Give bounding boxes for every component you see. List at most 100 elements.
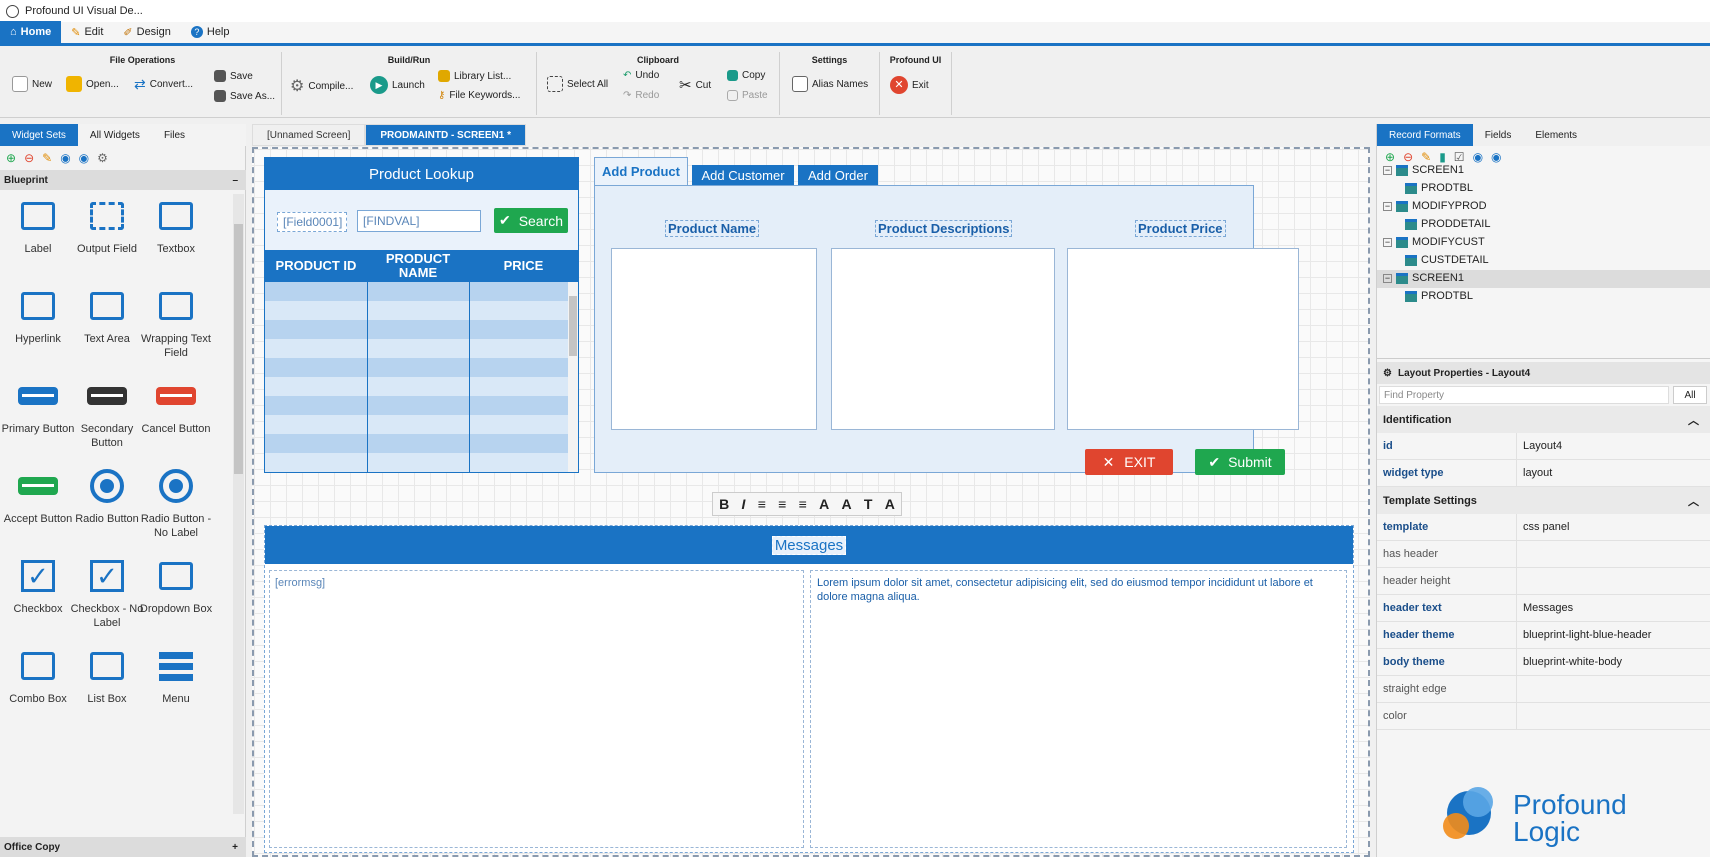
widget-output[interactable]: Output Field	[69, 196, 145, 256]
tab-edit[interactable]: ✎ Edit	[61, 21, 113, 43]
tab-design[interactable]: ✐ Design	[113, 21, 180, 43]
col-product-id[interactable]: PRODUCT ID	[265, 250, 367, 282]
select-all-button[interactable]: Select All	[547, 76, 608, 92]
collapse-icon[interactable]: −	[1383, 165, 1392, 175]
redo-button[interactable]: ↷ Redo	[623, 90, 659, 101]
property-value[interactable]: Layout4	[1517, 440, 1562, 452]
table-row[interactable]	[265, 396, 568, 415]
field0001-output[interactable]: [Field0001]	[277, 212, 347, 232]
all-button[interactable]: All	[1673, 386, 1707, 404]
launch-button[interactable]: ▶ Launch	[370, 76, 425, 94]
bold-icon[interactable]: B	[719, 496, 729, 512]
table-row[interactable]	[265, 320, 568, 339]
align-right-icon[interactable]: ≡	[799, 496, 807, 512]
template-settings-section[interactable]: Template Settings ︿	[1377, 487, 1710, 514]
exit-button[interactable]: ✕ Exit	[890, 76, 929, 94]
save-as-button[interactable]: Save As...	[214, 90, 275, 102]
scroll-thumb[interactable]	[234, 224, 243, 474]
widget-accept[interactable]: Accept Button	[0, 466, 76, 526]
align-left-icon[interactable]: ≡	[758, 496, 766, 512]
widget-cancel[interactable]: Cancel Button	[138, 376, 214, 436]
tree-record-format[interactable]: − SCREEN1	[1383, 164, 1464, 176]
down-icon[interactable]: ◉	[79, 151, 89, 165]
collapse-icon[interactable]: ︿	[1688, 412, 1699, 428]
office-copy-section-header[interactable]: Office Copy +	[0, 837, 246, 857]
exit-form-button[interactable]: ✕ EXIT	[1085, 449, 1173, 475]
tab-record-formats[interactable]: Record Formats	[1377, 124, 1473, 146]
widget-label[interactable]: Label	[0, 196, 76, 256]
paste-button[interactable]: Paste	[727, 90, 768, 101]
compile-button[interactable]: ⚙ Compile...	[290, 76, 353, 96]
product-name-box[interactable]	[611, 248, 817, 430]
product-lookup-panel[interactable]: Product Lookup [Field0001] [FINDVAL] ✔ Se…	[264, 157, 579, 473]
property-row[interactable]: widget type layout	[1377, 460, 1710, 487]
cut-button[interactable]: ✂ Cut	[679, 76, 711, 94]
align-center-icon[interactable]: ≡	[778, 496, 786, 512]
collapse-icon[interactable]: −	[1383, 237, 1392, 247]
table-row[interactable]	[265, 282, 568, 301]
design-canvas[interactable]: Product Lookup [Field0001] [FINDVAL] ✔ Se…	[252, 147, 1370, 857]
tab-prodmaintd-screen1[interactable]: PRODMAINTD - SCREEN1 *	[365, 124, 526, 146]
collapse-icon[interactable]: ︿	[1688, 493, 1699, 509]
search-button[interactable]: ✔ Search	[494, 208, 568, 233]
copy-button[interactable]: Copy	[727, 70, 765, 81]
tab-elements[interactable]: Elements	[1523, 124, 1589, 146]
property-row[interactable]: header theme blueprint-light-blue-header	[1377, 622, 1710, 649]
tab-all-widgets[interactable]: All Widgets	[78, 124, 152, 146]
tab-add-product[interactable]: Add Product	[594, 157, 688, 185]
grid-scroll-thumb[interactable]	[569, 296, 577, 356]
messages-panel[interactable]: Messages [errormsg] Lorem ipsum dolor si…	[264, 525, 1354, 853]
undo-button[interactable]: ↶ Undo	[623, 70, 659, 81]
blueprint-section-header[interactable]: Blueprint –	[0, 170, 246, 190]
tree-subfile[interactable]: PRODTBL	[1405, 290, 1473, 302]
property-row[interactable]: header text Messages	[1377, 595, 1710, 622]
tree-subfile[interactable]: CUSTDETAIL	[1405, 254, 1489, 266]
lorem-area[interactable]: Lorem ipsum dolor sit amet, consectetur …	[810, 570, 1347, 848]
messages-header-text[interactable]: Messages	[771, 535, 847, 555]
grid-scrollbar[interactable]	[568, 282, 578, 472]
add-icon[interactable]: ⊕	[6, 151, 16, 165]
table-row[interactable]	[265, 358, 568, 377]
tree-subfile[interactable]: PRODDETAIL	[1405, 218, 1490, 230]
font-grow-icon[interactable]: A	[819, 496, 829, 512]
widget-combo[interactable]: Combo Box	[0, 646, 76, 706]
widget-listbox[interactable]: List Box	[69, 646, 145, 706]
font-color-icon[interactable]: A	[885, 496, 895, 512]
widget-textbox[interactable]: Textbox	[138, 196, 214, 256]
up-icon[interactable]: ◉	[1473, 150, 1483, 164]
expand-icon[interactable]: +	[232, 842, 238, 853]
col-product-name[interactable]: PRODUCT NAME	[367, 250, 469, 282]
check-icon[interactable]: ☑	[1454, 150, 1465, 164]
alias-names-button[interactable]: Alias Names	[792, 76, 868, 92]
open-button[interactable]: Open...	[66, 76, 119, 92]
property-row[interactable]: straight edge	[1377, 676, 1710, 703]
tab-home[interactable]: ⌂ Home	[0, 21, 62, 43]
property-row[interactable]: id Layout4	[1377, 433, 1710, 460]
copy-icon[interactable]: ▮	[1439, 150, 1446, 164]
table-row[interactable]	[265, 377, 568, 396]
table-row[interactable]	[265, 415, 568, 434]
findval-input[interactable]: [FINDVAL]	[357, 210, 481, 232]
property-value[interactable]: layout	[1517, 467, 1552, 479]
convert-button[interactable]: ⇄ Convert...	[134, 76, 193, 93]
clear-format-icon[interactable]: T	[864, 496, 873, 512]
collapse-icon[interactable]: –	[232, 175, 238, 186]
italic-icon[interactable]: I	[742, 496, 746, 512]
property-row[interactable]: body theme blueprint-white-body	[1377, 649, 1710, 676]
table-row[interactable]	[265, 434, 568, 453]
submit-button[interactable]: ✔ Submit	[1195, 449, 1285, 475]
table-row[interactable]	[265, 301, 568, 320]
property-row[interactable]: has header	[1377, 541, 1710, 568]
widget-checkbox2[interactable]: ✓ Checkbox - No Label	[69, 556, 145, 630]
edit-icon[interactable]: ✎	[42, 151, 52, 165]
tree-record-format[interactable]: − MODIFYPROD	[1383, 200, 1487, 212]
font-shrink-icon[interactable]: A	[841, 496, 851, 512]
product-grid[interactable]	[265, 282, 568, 472]
remove-icon[interactable]: ⊖	[1403, 150, 1413, 164]
widget-wrap[interactable]: Wrapping Text Field	[138, 286, 214, 360]
find-property-input[interactable]: Find Property	[1379, 386, 1669, 404]
add-icon[interactable]: ⊕	[1385, 150, 1395, 164]
property-row[interactable]: color	[1377, 703, 1710, 730]
up-icon[interactable]: ◉	[60, 151, 70, 165]
widget-textarea[interactable]: Text Area	[69, 286, 145, 346]
